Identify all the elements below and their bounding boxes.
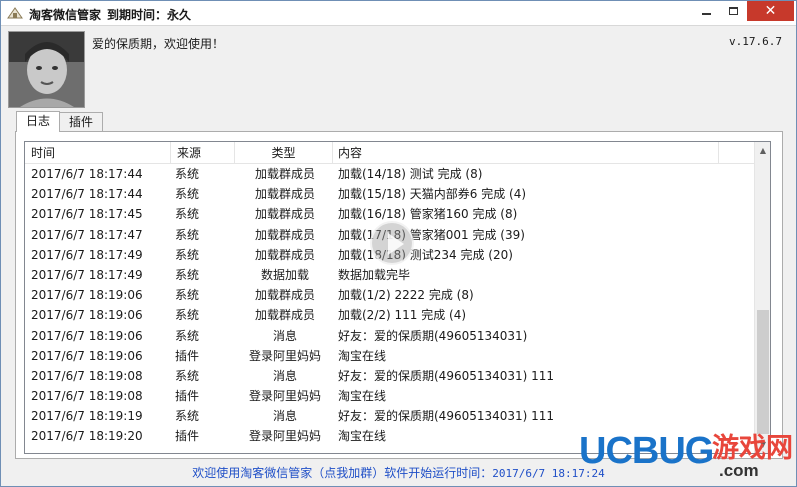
cell-content: 好友：爱的保质期(49605134031) 111 [338, 368, 555, 383]
cell-type: 加载群成员 [254, 227, 315, 242]
cell-time: 2017/6/7 18:17:44 [31, 187, 143, 202]
cell-source: 系统 [175, 187, 200, 202]
cell-source: 系统 [175, 207, 200, 222]
tab-panel-log: 时间 来源 类型 内容 2017/6/7 18:17:44 系统 加载群成员 加载(1… [15, 131, 783, 459]
cell-type: 加载群成员 [254, 167, 315, 181]
log-table[interactable]: 时间 来源 类型 内容 2017/6/7 18:17:44 系统 加载群成员 加载(1… [24, 141, 771, 454]
log-table-header: 时间 来源 类型 内容 [25, 142, 754, 164]
cell-type: 加载群成员 [254, 247, 315, 262]
maximize-icon [728, 7, 738, 15]
cell-source: 系统 [175, 288, 200, 303]
cell-time: 2017/6/7 18:19:06 [31, 328, 143, 343]
cell-content: 加载(14/18) 测试 完成 (8) [338, 167, 483, 181]
table-row[interactable]: 2017/6/7 18:19:08 系统 消息 好友：爱的保质期(4960513403… [25, 366, 754, 386]
cell-source: 系统 [175, 227, 200, 242]
cell-content: 加载(15/18) 天猫内部券6 完成 (4) [338, 187, 527, 202]
greeting-text: 爱的保质期，欢迎使用！ [92, 37, 225, 51]
table-row[interactable]: 2017/6/7 18:17:49 系统 数据加载 数据加载完毕 [25, 265, 754, 285]
scroll-up-icon[interactable]: ▲ [755, 142, 770, 159]
cell-source: 系统 [175, 167, 200, 181]
cell-type: 登录阿里妈妈 [248, 429, 321, 444]
watermark-domain: .com [719, 461, 759, 480]
window-title: 淘客微信管家 到期时间：永久 [29, 6, 197, 23]
ucbug-watermark-logo: UCBUG 游戏网 .com [579, 431, 795, 486]
watermark-brand: UCBUG [579, 430, 714, 472]
cell-content: 好友：爱的保质期(49605134031) 111 [338, 409, 555, 424]
cell-type: 消息 [272, 368, 297, 383]
tab-strip: 日志 插件 [16, 111, 104, 132]
close-icon: ✕ [764, 3, 777, 19]
expire-label: 到期时间：永久 [107, 8, 192, 22]
table-row[interactable]: 2017/6/7 18:17:44 系统 加载群成员 加载(14/18) 测试 完成 … [25, 164, 754, 184]
title-bar[interactable]: 淘客微信管家 到期时间：永久 ✕ [1, 1, 796, 26]
video-play-icon[interactable] [370, 221, 414, 265]
cell-type: 消息 [272, 409, 297, 424]
cell-content: 加载(2/2) 111 完成 (4) [338, 308, 467, 323]
table-row[interactable]: 2017/6/7 18:17:44 系统 加载群成员 加载(15/18) 天猫内部券6… [25, 184, 754, 204]
cell-content: 数据加载完毕 [338, 267, 411, 282]
cell-source: 插件 [175, 389, 200, 404]
cell-type: 加载群成员 [254, 207, 315, 222]
cell-content: 淘宝在线 [338, 348, 387, 363]
app-logo-icon [7, 7, 23, 19]
app-window: 淘客微信管家 到期时间：永久 ✕ 爱的保质期，欢迎使用！ v.17.6.7 日志 … [0, 0, 797, 487]
cell-type: 消息 [272, 328, 297, 343]
cell-time: 2017/6/7 18:17:49 [31, 247, 143, 262]
cell-source: 插件 [175, 348, 200, 363]
table-row[interactable]: 2017/6/7 18:19:06 插件 登录阿里妈妈 淘宝在线 [25, 346, 754, 366]
cell-source: 系统 [175, 267, 200, 282]
column-header-type[interactable]: 类型 [235, 142, 333, 164]
cell-time: 2017/6/7 18:17:47 [31, 227, 143, 242]
minimize-icon [701, 13, 711, 15]
close-button[interactable]: ✕ [747, 1, 794, 21]
cell-type: 数据加载 [260, 267, 309, 282]
tab-plugins[interactable]: 插件 [59, 112, 104, 131]
scrollbar-thumb[interactable] [757, 310, 769, 434]
cell-time: 2017/6/7 18:17:45 [31, 207, 143, 222]
cell-time: 2017/6/7 18:19:19 [31, 409, 143, 424]
maximize-button[interactable] [720, 1, 746, 21]
table-row[interactable]: 2017/6/7 18:19:06 系统 消息 好友：爱的保质期(4960513403… [25, 326, 754, 346]
cell-content: 加载(1/2) 2222 完成 (8) [338, 288, 474, 303]
tab-log[interactable]: 日志 [16, 111, 61, 132]
cell-time: 2017/6/7 18:19:06 [31, 348, 143, 363]
cell-type: 加载群成员 [254, 187, 315, 202]
avatar-image [9, 32, 84, 107]
minimize-button[interactable] [693, 1, 719, 21]
table-row[interactable]: 2017/6/7 18:19:08 插件 登录阿里妈妈 淘宝在线 [25, 386, 754, 406]
cell-time: 2017/6/7 18:19:08 [31, 389, 143, 404]
cell-source: 系统 [175, 247, 200, 262]
cell-time: 2017/6/7 18:19:06 [31, 288, 143, 303]
cell-source: 插件 [175, 429, 200, 444]
cell-source: 系统 [175, 368, 200, 383]
cell-source: 系统 [175, 409, 200, 424]
app-title: 淘客微信管家 [29, 8, 102, 22]
table-row[interactable]: 2017/6/7 18:19:19 系统 消息 好友：爱的保质期(4960513403… [25, 406, 754, 426]
cell-content: 淘宝在线 [338, 389, 387, 404]
vertical-scrollbar[interactable]: ▲ ▼ [754, 142, 770, 453]
column-header-content[interactable]: 内容 [333, 142, 719, 164]
cell-content: 好友：爱的保质期(49605134031) [338, 328, 528, 343]
cell-time: 2017/6/7 18:19:20 [31, 429, 143, 444]
cell-time: 2017/6/7 18:19:06 [31, 308, 143, 323]
table-row[interactable]: 2017/6/7 18:19:06 系统 加载群成员 加载(2/2) 111 完成 (… [25, 305, 754, 325]
cell-type: 登录阿里妈妈 [248, 389, 321, 404]
cell-source: 系统 [175, 328, 200, 343]
cell-type: 加载群成员 [254, 288, 315, 303]
avatar[interactable] [8, 31, 85, 108]
cell-time: 2017/6/7 18:17:44 [31, 167, 143, 181]
cell-time: 2017/6/7 18:19:08 [31, 368, 143, 383]
status-welcome-text[interactable]: 欢迎使用淘客微信管家（点我加群）软件开始运行时间： [192, 466, 492, 480]
table-row[interactable]: 2017/6/7 18:19:06 系统 加载群成员 加载(1/2) 2222 完成 … [25, 285, 754, 305]
version-label: v.17.6.7 [729, 35, 782, 48]
cell-type: 登录阿里妈妈 [248, 348, 321, 363]
log-rows: 2017/6/7 18:17:44 系统 加载群成员 加载(14/18) 测试 完成 … [25, 164, 754, 447]
cell-type: 加载群成员 [254, 308, 315, 323]
column-header-time[interactable]: 时间 [25, 142, 171, 164]
cell-source: 系统 [175, 308, 200, 323]
column-header-source[interactable]: 来源 [171, 142, 235, 164]
cell-time: 2017/6/7 18:17:49 [31, 267, 143, 282]
